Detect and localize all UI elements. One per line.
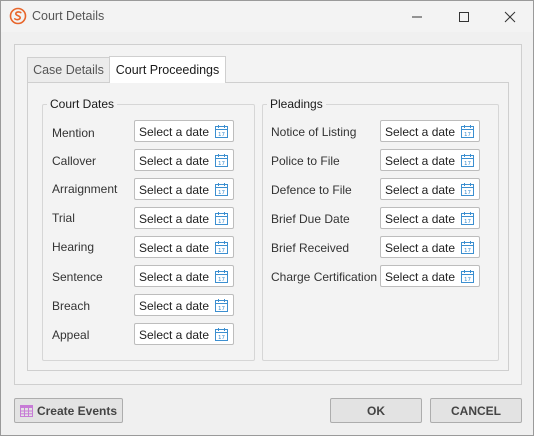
police-to-file-label: Police to File [271,154,340,168]
appeal-date-picker[interactable]: Select a date 17 [134,323,234,345]
svg-text:17: 17 [464,190,471,196]
calendar-icon[interactable]: 17 [460,240,475,255]
calendar-icon[interactable]: 17 [214,124,229,139]
notice-of-listing-label: Notice of Listing [271,125,357,139]
date-placeholder: Select a date [139,299,210,313]
police-to-file-date-picker[interactable]: Select a date 17 [380,149,480,171]
court-details-window: Court Details Case Details Court Proceed… [0,0,534,436]
brief-received-date-picker[interactable]: Select a date 17 [380,236,480,258]
date-placeholder: Select a date [385,270,456,284]
title-bar[interactable]: Court Details [1,1,533,32]
notice-of-listing-date-picker[interactable]: Select a date 17 [380,120,480,142]
svg-text:17: 17 [464,219,471,225]
mention-label: Mention [52,126,95,140]
callover-label: Callover [52,154,97,168]
svg-text:17: 17 [218,219,225,225]
sentence-date-picker[interactable]: Select a date 17 [134,265,234,287]
date-placeholder: Select a date [139,212,210,226]
defence-to-file-date-picker[interactable]: Select a date 17 [380,178,480,200]
date-placeholder: Select a date [385,125,456,139]
calendar-icon[interactable]: 17 [460,211,475,226]
brief-due-date-picker[interactable]: Select a date 17 [380,207,480,229]
close-icon [504,11,516,22]
create-events-button[interactable]: Create Events [14,398,123,423]
calendar-icon[interactable]: 17 [214,298,229,313]
calendar-icon[interactable]: 17 [214,211,229,226]
date-placeholder: Select a date [139,154,210,168]
brief-received-label: Brief Received [271,241,350,255]
svg-text:17: 17 [464,132,471,138]
date-placeholder: Select a date [139,241,210,255]
date-placeholder: Select a date [139,125,210,139]
brief-due-date-label: Brief Due Date [271,212,350,226]
date-placeholder: Select a date [385,154,456,168]
appeal-label: Appeal [52,328,90,342]
svg-text:17: 17 [218,190,225,196]
pleadings-title: Pleadings [267,97,326,111]
date-placeholder: Select a date [385,241,456,255]
svg-text:17: 17 [218,277,225,283]
svg-text:17: 17 [218,248,225,254]
maximize-icon [459,11,469,22]
svg-text:17: 17 [464,161,471,167]
maximize-button[interactable] [441,1,487,32]
charge-certification-date-picker[interactable]: Select a date 17 [380,265,480,287]
calendar-icon[interactable]: 17 [214,269,229,284]
trial-date-picker[interactable]: Select a date 17 [134,207,234,229]
tab-court-proceedings[interactable]: Court Proceedings [109,56,226,83]
date-placeholder: Select a date [385,212,456,226]
tab-case-details[interactable]: Case Details [27,57,110,82]
ok-button[interactable]: OK [330,398,422,423]
calendar-icon[interactable]: 17 [460,269,475,284]
cancel-button[interactable]: CANCEL [430,398,522,423]
hearing-date-picker[interactable]: Select a date 17 [134,236,234,258]
close-button[interactable] [487,1,533,32]
arraignment-date-picker[interactable]: Select a date 17 [134,178,234,200]
sentence-label: Sentence [52,270,103,284]
svg-text:17: 17 [218,132,225,138]
trial-label: Trial [52,211,75,225]
date-placeholder: Select a date [385,183,456,197]
svg-text:17: 17 [464,277,471,283]
calendar-icon[interactable]: 17 [460,124,475,139]
calendar-icon[interactable]: 17 [214,182,229,197]
calendar-icon[interactable]: 17 [214,240,229,255]
svg-text:17: 17 [464,248,471,254]
create-events-label: Create Events [36,403,118,418]
hearing-label: Hearing [52,240,95,254]
svg-text:17: 17 [218,335,225,341]
defence-to-file-label: Defence to File [271,183,352,197]
minimize-button[interactable] [394,1,440,32]
pleadings-group [262,104,499,361]
date-placeholder: Select a date [139,270,210,284]
date-placeholder: Select a date [139,183,210,197]
svg-text:17: 17 [218,161,225,167]
app-logo-icon [9,7,27,25]
calendar-icon[interactable]: 17 [214,327,229,342]
calendar-icon[interactable]: 17 [460,153,475,168]
arraignment-label: Arraignment [52,182,118,196]
svg-text:17: 17 [218,306,225,312]
minimize-icon [412,16,422,17]
breach-date-picker[interactable]: Select a date 17 [134,294,234,316]
breach-label: Breach [52,299,91,313]
calendar-icon[interactable]: 17 [460,182,475,197]
court-dates-title: Court Dates [47,97,118,111]
mention-date-picker[interactable]: Select a date 17 [134,120,234,142]
callover-date-picker[interactable]: Select a date 17 [134,149,234,171]
calendar-icon[interactable]: 17 [214,153,229,168]
date-placeholder: Select a date [139,328,210,342]
window-title: Court Details [32,9,105,23]
calendar-grid-icon [19,405,33,417]
charge-certification-label: Charge Certification [271,270,378,284]
